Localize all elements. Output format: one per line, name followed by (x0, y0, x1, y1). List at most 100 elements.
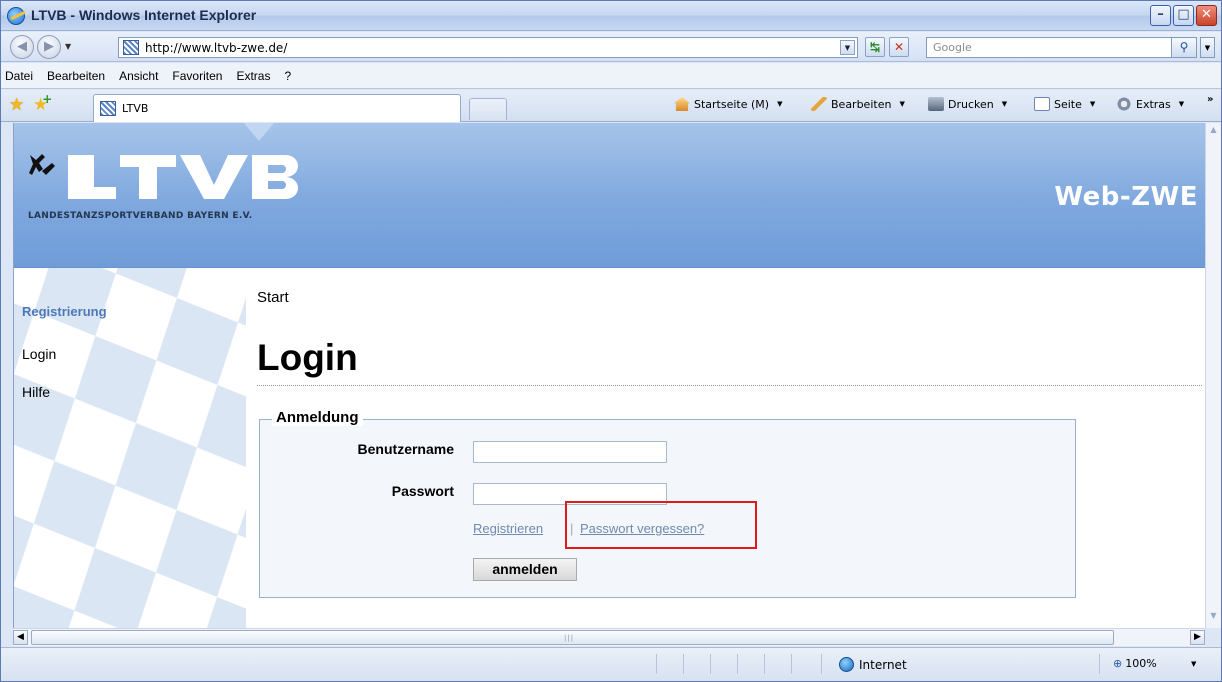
breadcrumb: Start (257, 289, 289, 306)
status-divider (1099, 654, 1100, 674)
search-input[interactable]: Google (926, 37, 1196, 58)
page-label: Seite (1054, 97, 1082, 111)
maximize-icon: □ (1177, 7, 1190, 22)
menu-bar: Datei Bearbeiten Ansicht Favoriten Extra… (1, 63, 1221, 89)
print-dropdown-icon[interactable]: ▼ (1002, 100, 1007, 108)
pencil-icon (811, 97, 827, 111)
menu-help[interactable]: ? (284, 69, 291, 83)
page-icon (1034, 97, 1050, 111)
status-divider (821, 654, 822, 674)
security-zone[interactable]: Internet (839, 657, 907, 672)
bavarian-diamond-pattern (14, 268, 246, 628)
add-favorite-icon[interactable]: ★ (33, 92, 53, 115)
status-divider (683, 654, 684, 674)
tab-bar: ★ ★ LTVB Startseite (M) ▼ Bearbeiten ▼ D… (1, 90, 1221, 122)
scroll-up-icon[interactable]: ▲ (1207, 125, 1220, 140)
title-bar: LTVB - Windows Internet Explorer – □ ✕ (1, 1, 1221, 31)
scroll-right-icon[interactable]: ▶ (1190, 630, 1205, 645)
back-arrow-icon: ◀ (17, 39, 27, 54)
scroll-down-icon[interactable]: ▼ (1207, 611, 1220, 626)
page-viewport: LANDESTANZSPORTVERBAND BAYERN E.V. Web-Z… (13, 123, 1205, 628)
close-button[interactable]: ✕ (1196, 5, 1217, 26)
menu-datei[interactable]: Datei (5, 69, 33, 83)
refresh-button[interactable]: ↹ (865, 37, 885, 57)
stop-button[interactable]: ✕ (889, 37, 909, 57)
home-command[interactable]: Startseite (M) ▼ (674, 97, 782, 111)
favorites-star-icon[interactable]: ★ (9, 95, 24, 115)
new-tab-button[interactable] (469, 98, 507, 120)
scroll-thumb[interactable]: ||| (31, 630, 1114, 645)
status-divider (656, 654, 657, 674)
browser-window: LTVB - Windows Internet Explorer – □ ✕ ◀… (0, 0, 1222, 682)
sidebar-item-login[interactable]: Login (22, 346, 56, 362)
history-dropdown-icon[interactable]: ▼ (65, 42, 71, 51)
menu-bearbeiten[interactable]: Bearbeiten (47, 69, 105, 83)
status-divider (764, 654, 765, 674)
tools-command[interactable]: Extras ▼ (1116, 97, 1184, 111)
zoom-dropdown-icon[interactable]: ▼ (1191, 660, 1196, 668)
more-commands-icon[interactable]: » (1207, 94, 1213, 105)
status-divider (791, 654, 792, 674)
gear-icon (1116, 97, 1132, 111)
vertical-scrollbar[interactable]: ▲ ▼ (1205, 123, 1221, 628)
forward-arrow-icon: ▶ (44, 39, 54, 54)
web-zwe-brand: Web-ZWE (1054, 182, 1198, 212)
title-divider (257, 385, 1202, 386)
username-label: Benutzername (357, 441, 454, 457)
printer-icon (928, 97, 944, 111)
highlight-box (565, 501, 757, 549)
print-label: Drucken (948, 97, 994, 111)
page-dropdown-icon[interactable]: ▼ (1090, 100, 1095, 108)
tab-ltvb[interactable]: LTVB (93, 94, 461, 122)
magnifier-icon: ⊕ (1113, 657, 1123, 670)
minimize-icon: – (1157, 7, 1164, 22)
window-title: LTVB - Windows Internet Explorer (31, 7, 257, 23)
address-row: ◀ ▶ ▼ http://www.ltvb-zwe.de/ ▼ ↹ ✕ Goog… (1, 32, 1221, 62)
status-divider (710, 654, 711, 674)
tools-dropdown-icon[interactable]: ▼ (1179, 100, 1184, 108)
zone-label: Internet (859, 657, 907, 672)
globe-icon (839, 657, 854, 672)
edit-dropdown-icon[interactable]: ▼ (899, 100, 904, 108)
page-command[interactable]: Seite ▼ (1034, 97, 1095, 111)
scroll-left-icon[interactable]: ◀ (13, 630, 28, 645)
logo-tagline: LANDESTANZSPORTVERBAND BAYERN E.V. (28, 211, 253, 221)
password-label: Passwort (391, 483, 454, 499)
home-dropdown-icon[interactable]: ▼ (777, 100, 782, 108)
sidebar: Registrierung Login Hilfe (14, 268, 246, 628)
back-button[interactable]: ◀ (10, 35, 34, 59)
horizontal-scrollbar[interactable]: ◀ ||| ▶ (13, 628, 1205, 646)
edit-command[interactable]: Bearbeiten ▼ (811, 97, 905, 111)
zoom-control[interactable]: ⊕ 100% (1113, 657, 1157, 670)
sidebar-item-hilfe[interactable]: Hilfe (22, 384, 50, 400)
scroll-grip-icon: ||| (564, 634, 575, 642)
page-title: Login (257, 337, 358, 378)
address-dropdown-icon[interactable]: ▼ (840, 40, 855, 55)
address-bar[interactable]: http://www.ltvb-zwe.de/ ▼ (118, 37, 858, 58)
refresh-icon: ↹ (869, 40, 881, 54)
minimize-button[interactable]: – (1150, 5, 1171, 26)
zoom-level: 100% (1125, 657, 1157, 670)
maximize-button[interactable]: □ (1173, 5, 1194, 26)
search-placeholder: Google (933, 41, 972, 54)
register-link[interactable]: Registrieren (473, 521, 543, 536)
search-icon: ⚲ (1179, 40, 1189, 54)
menu-ansicht[interactable]: Ansicht (119, 69, 158, 83)
login-submit-button[interactable]: anmelden (473, 558, 577, 581)
status-bar: Internet ⊕ 100% ▼ (1, 647, 1221, 681)
left-frame (1, 123, 13, 628)
menu-extras[interactable]: Extras (236, 69, 270, 83)
menu-favoriten[interactable]: Favoriten (172, 69, 222, 83)
tab-favicon-icon (100, 101, 116, 116)
address-url[interactable]: http://www.ltvb-zwe.de/ (145, 41, 287, 55)
window-controls: – □ ✕ (1150, 5, 1217, 26)
search-button[interactable]: ⚲ (1171, 37, 1197, 58)
username-input[interactable] (473, 441, 667, 463)
print-command[interactable]: Drucken ▼ (928, 97, 1007, 111)
forward-button[interactable]: ▶ (37, 35, 61, 59)
sidebar-item-registrierung[interactable]: Registrierung (22, 304, 107, 319)
search-options-dropdown-icon[interactable]: ▼ (1200, 37, 1215, 58)
site-favicon-icon (123, 40, 139, 55)
ltvb-logo (29, 154, 298, 199)
site-banner: LANDESTANZSPORTVERBAND BAYERN E.V. Web-Z… (14, 123, 1205, 268)
